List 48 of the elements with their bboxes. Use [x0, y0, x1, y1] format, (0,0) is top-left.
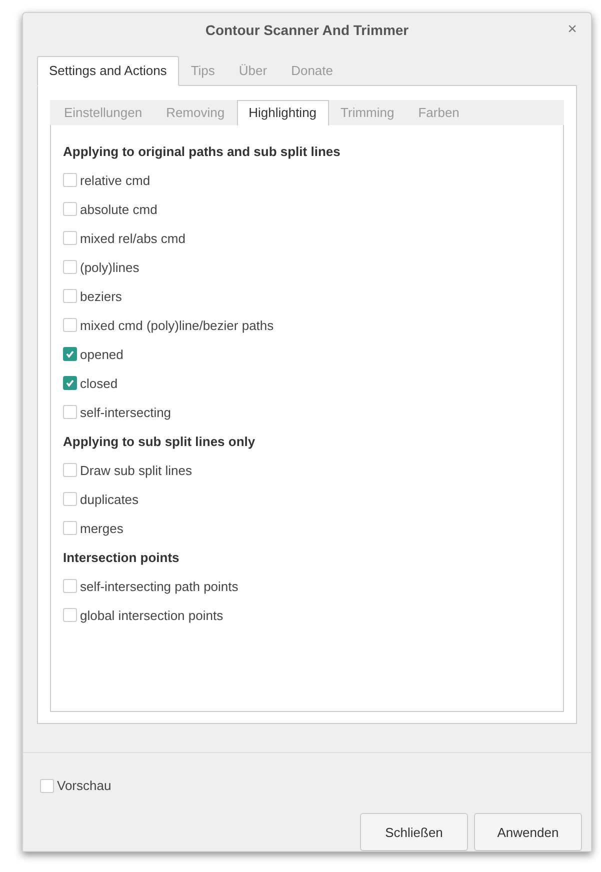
checkbox[interactable] [63, 405, 77, 420]
checkbox-label: Vorschau [57, 778, 112, 794]
tab[interactable]: Settings and Actions [37, 56, 179, 86]
checkbox-label: beziers [80, 288, 122, 304]
checkbox-label: merges [80, 520, 124, 536]
checkbox-label: (poly)lines [80, 260, 140, 275]
checkbox[interactable] [63, 521, 77, 536]
window-title: Contour Scanner And Trimmer [205, 22, 409, 38]
checkbox-label: global intersection points [80, 608, 224, 623]
section-heading: Applying to original paths and sub split lines [63, 144, 340, 159]
checkbox[interactable] [63, 173, 77, 188]
checkbox[interactable] [63, 579, 77, 594]
checkbox-label: closed [80, 376, 118, 391]
checkbox[interactable] [63, 463, 77, 478]
close-button[interactable]: × [568, 21, 577, 39]
tab[interactable]: Removing [154, 100, 237, 126]
section-heading: Applying to sub split lines only [63, 434, 256, 449]
checkbox-label: Draw sub split lines [80, 462, 192, 478]
checkbox[interactable] [63, 492, 77, 506]
tab[interactable]: Trimming [328, 100, 406, 126]
tab[interactable]: Highlighting [236, 100, 329, 126]
checkbox[interactable] [40, 778, 54, 793]
checkbox-label: mixed rel/abs cmd [80, 230, 186, 246]
checkmark-icon [65, 378, 75, 388]
tab[interactable]: Farben [406, 100, 472, 126]
tab[interactable]: Tips [178, 56, 227, 86]
checkbox-label: self-intersecting path points [80, 578, 238, 594]
checkbox-label: mixed cmd (poly)line/bezier paths [80, 318, 274, 333]
dialog-button[interactable]: Anwenden [474, 813, 582, 851]
checkbox-label: relative cmd [80, 172, 150, 188]
tab[interactable]: Einstellungen [52, 100, 154, 126]
checkbox[interactable] [63, 608, 77, 622]
section-heading: Intersection points [63, 550, 180, 565]
tab[interactable]: Über [226, 56, 280, 86]
checkmark-icon [65, 349, 75, 360]
dialog-button[interactable]: Schließen [360, 813, 468, 851]
checkbox[interactable] [63, 202, 77, 216]
checkbox-label: opened [80, 346, 124, 362]
checkbox[interactable] [63, 260, 77, 274]
checkbox[interactable] [63, 289, 77, 304]
checkbox[interactable] [63, 318, 77, 332]
checkbox-label: self-intersecting [80, 404, 172, 420]
checkbox[interactable] [63, 231, 77, 246]
checkbox[interactable] [63, 347, 77, 362]
tab[interactable]: Donate [279, 56, 345, 86]
checkbox-label: duplicates [80, 492, 139, 507]
checkbox-label: absolute cmd [80, 202, 158, 217]
checkbox[interactable] [63, 376, 77, 390]
